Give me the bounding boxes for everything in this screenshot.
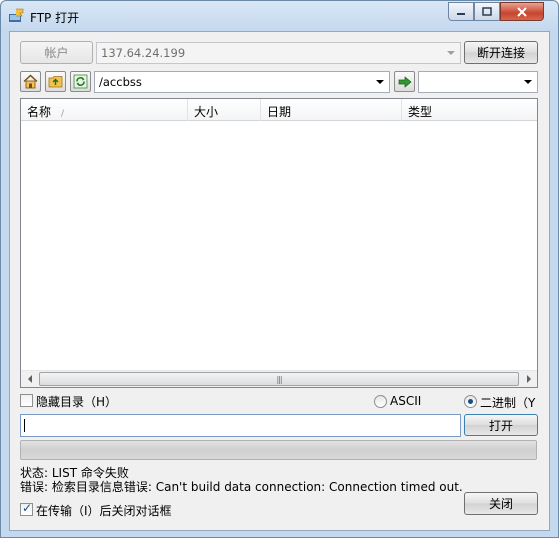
host-value: 137.64.24.199 <box>101 46 186 60</box>
minimize-icon <box>457 12 465 15</box>
hide-dirs-checkbox[interactable] <box>20 394 33 407</box>
file-list-header: 名称 / 大小 日期 类型 <box>21 99 537 121</box>
hide-dirs-label: 隐藏目录（H） <box>36 395 118 409</box>
chevron-down-icon[interactable] <box>372 73 387 91</box>
minimize-button[interactable] <box>448 2 474 21</box>
open-button[interactable]: 打开 <box>464 414 538 436</box>
column-size-label: 大小 <box>194 105 219 119</box>
ascii-label: ASCII <box>390 394 422 408</box>
ftp-app-icon <box>9 8 24 22</box>
refresh-icon <box>73 74 88 89</box>
grip-icon: ||| <box>276 374 282 384</box>
scrollbar-thumb[interactable]: ||| <box>39 372 519 386</box>
sort-indicator-icon: / <box>61 109 65 119</box>
chevron-down-icon[interactable] <box>443 44 458 62</box>
column-type-label: 类型 <box>408 105 433 119</box>
up-folder-icon <box>48 76 63 88</box>
host-combobox[interactable]: 137.64.24.199 <box>96 42 461 64</box>
home-icon <box>23 74 38 89</box>
checkmark-icon: ✓ <box>22 501 33 515</box>
home-button[interactable] <box>20 71 41 92</box>
scroll-left-icon[interactable] <box>21 371 38 387</box>
close-icon <box>517 6 527 17</box>
path-value: /accbss <box>99 75 142 89</box>
refresh-button[interactable] <box>70 71 91 92</box>
close-after-transfer-checkbox[interactable]: ✓ <box>20 501 33 516</box>
go-arrow-icon <box>398 75 412 88</box>
dialog-client-area: 帐户 137.64.24.199 断开连接 /accbss 名称 / 大小 日期… <box>9 31 550 531</box>
maximize-button[interactable] <box>474 2 500 21</box>
column-date[interactable]: 日期 <box>261 99 402 121</box>
error-line: 错误: 检索目录信息错误: Can't build data connectio… <box>20 480 463 494</box>
go-button[interactable] <box>394 71 415 92</box>
account-button[interactable]: 帐户 <box>20 41 93 64</box>
column-name[interactable]: 名称 / <box>21 99 188 121</box>
column-date-label: 日期 <box>267 105 292 119</box>
title-bar[interactable]: FTP 打开 <box>1 1 558 31</box>
path-combobox[interactable]: /accbss <box>94 71 390 93</box>
text-caret <box>24 419 25 432</box>
window-title: FTP 打开 <box>30 11 80 25</box>
ascii-radio[interactable] <box>374 395 387 408</box>
ftp-open-dialog: FTP 打开 帐户 137.64.24.199 断开连接 /accbss 名称 … <box>0 0 559 538</box>
close-button[interactable]: 关闭 <box>464 492 538 515</box>
filename-input[interactable] <box>20 414 461 437</box>
close-after-transfer-label: 在传输（I）后关闭对话框 <box>36 504 172 518</box>
column-name-label: 名称 <box>27 105 52 119</box>
disconnect-button[interactable]: 断开连接 <box>464 41 538 64</box>
column-size[interactable]: 大小 <box>188 99 261 121</box>
scroll-right-icon[interactable] <box>520 371 537 387</box>
chevron-down-icon[interactable] <box>520 73 535 91</box>
transfer-progress-bar <box>20 440 537 460</box>
horizontal-scrollbar[interactable]: ||| <box>21 370 537 387</box>
close-window-button[interactable] <box>500 2 544 21</box>
binary-radio[interactable] <box>464 395 477 408</box>
filter-combobox[interactable] <box>418 71 538 93</box>
radio-selected-dot <box>468 399 473 404</box>
file-list[interactable]: 名称 / 大小 日期 类型 ||| <box>20 98 538 388</box>
up-folder-button[interactable] <box>45 71 66 92</box>
binary-label: 二进制（Y <box>480 396 536 410</box>
column-type[interactable]: 类型 <box>402 99 537 121</box>
maximize-icon <box>482 6 492 16</box>
